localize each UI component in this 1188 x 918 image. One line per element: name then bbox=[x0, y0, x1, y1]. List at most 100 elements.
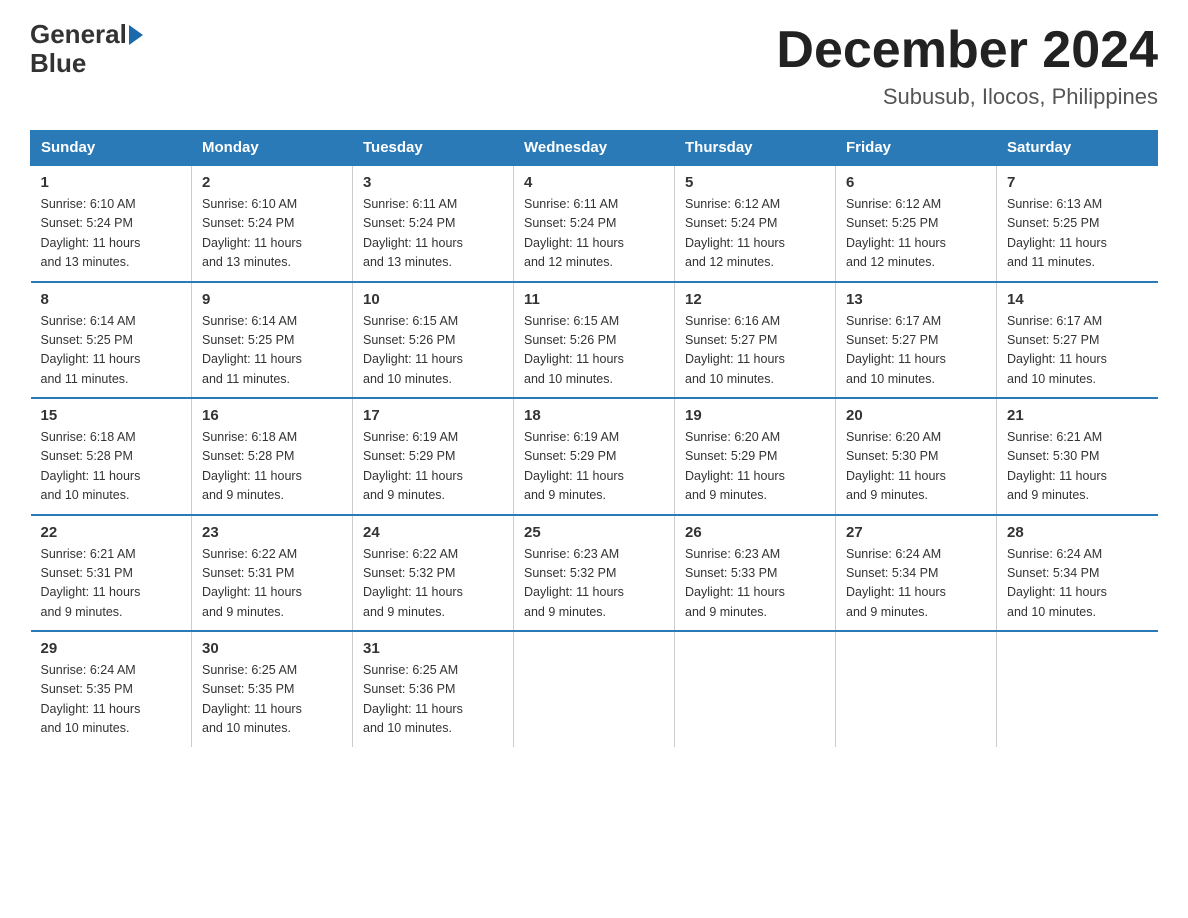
day-info: Sunrise: 6:11 AM Sunset: 5:24 PM Dayligh… bbox=[363, 195, 503, 273]
calendar-day-cell: 28 Sunrise: 6:24 AM Sunset: 5:34 PM Dayli… bbox=[997, 515, 1158, 632]
calendar-day-cell: 19 Sunrise: 6:20 AM Sunset: 5:29 PM Dayli… bbox=[675, 398, 836, 515]
calendar-day-cell: 18 Sunrise: 6:19 AM Sunset: 5:29 PM Dayli… bbox=[514, 398, 675, 515]
calendar-day-cell: 10Sunrise: 6:15 AM Sunset: 5:26 PM Dayli… bbox=[353, 282, 514, 399]
day-number: 29 bbox=[41, 640, 182, 657]
calendar-day-cell: 17Sunrise: 6:19 AM Sunset: 5:29 PM Dayli… bbox=[353, 398, 514, 515]
day-number: 15 bbox=[41, 407, 182, 424]
day-info: Sunrise: 6:18 AM Sunset: 5:28 PM Dayligh… bbox=[202, 428, 342, 506]
calendar-day-cell: 9 Sunrise: 6:14 AM Sunset: 5:25 PM Daylig… bbox=[192, 282, 353, 399]
logo-text-blue: Blue bbox=[30, 49, 143, 78]
day-info: Sunrise: 6:12 AM Sunset: 5:24 PM Dayligh… bbox=[685, 195, 825, 273]
day-number: 18 bbox=[524, 407, 664, 424]
day-of-week-header: Thursday bbox=[675, 131, 836, 166]
day-number: 23 bbox=[202, 524, 342, 541]
day-number: 16 bbox=[202, 407, 342, 424]
calendar-day-cell: 3Sunrise: 6:11 AM Sunset: 5:24 PM Daylig… bbox=[353, 165, 514, 282]
day-number: 22 bbox=[41, 524, 182, 541]
day-number: 19 bbox=[685, 407, 825, 424]
logo: General Blue bbox=[30, 20, 143, 77]
day-number: 1 bbox=[41, 174, 182, 191]
calendar-day-cell: 23 Sunrise: 6:22 AM Sunset: 5:31 PM Dayli… bbox=[192, 515, 353, 632]
day-info: Sunrise: 6:15 AM Sunset: 5:26 PM Dayligh… bbox=[363, 312, 503, 390]
day-info: Sunrise: 6:23 AM Sunset: 5:33 PM Dayligh… bbox=[685, 545, 825, 623]
calendar-week-row: 1 Sunrise: 6:10 AM Sunset: 5:24 PM Daylig… bbox=[31, 165, 1158, 282]
days-of-week-row: SundayMondayTuesdayWednesdayThursdayFrid… bbox=[31, 131, 1158, 166]
calendar-day-cell: 20 Sunrise: 6:20 AM Sunset: 5:30 PM Dayli… bbox=[836, 398, 997, 515]
calendar-day-cell: 24Sunrise: 6:22 AM Sunset: 5:32 PM Dayli… bbox=[353, 515, 514, 632]
day-of-week-header: Monday bbox=[192, 131, 353, 166]
day-of-week-header: Sunday bbox=[31, 131, 192, 166]
calendar-day-cell: 22 Sunrise: 6:21 AM Sunset: 5:31 PM Dayli… bbox=[31, 515, 192, 632]
day-number: 26 bbox=[685, 524, 825, 541]
day-number: 8 bbox=[41, 291, 182, 308]
calendar-week-row: 8 Sunrise: 6:14 AM Sunset: 5:25 PM Daylig… bbox=[31, 282, 1158, 399]
day-number: 25 bbox=[524, 524, 664, 541]
day-info: Sunrise: 6:13 AM Sunset: 5:25 PM Dayligh… bbox=[1007, 195, 1148, 273]
calendar-week-row: 15 Sunrise: 6:18 AM Sunset: 5:28 PM Dayli… bbox=[31, 398, 1158, 515]
day-number: 31 bbox=[363, 640, 503, 657]
calendar-day-cell bbox=[675, 631, 836, 747]
calendar-day-cell: 16 Sunrise: 6:18 AM Sunset: 5:28 PM Dayli… bbox=[192, 398, 353, 515]
calendar-day-cell bbox=[514, 631, 675, 747]
day-number: 11 bbox=[524, 291, 664, 308]
day-info: Sunrise: 6:21 AM Sunset: 5:30 PM Dayligh… bbox=[1007, 428, 1148, 506]
day-number: 24 bbox=[363, 524, 503, 541]
day-of-week-header: Tuesday bbox=[353, 131, 514, 166]
day-number: 21 bbox=[1007, 407, 1148, 424]
calendar-day-cell: 6 Sunrise: 6:12 AM Sunset: 5:25 PM Daylig… bbox=[836, 165, 997, 282]
calendar-day-cell: 14Sunrise: 6:17 AM Sunset: 5:27 PM Dayli… bbox=[997, 282, 1158, 399]
day-of-week-header: Friday bbox=[836, 131, 997, 166]
day-info: Sunrise: 6:14 AM Sunset: 5:25 PM Dayligh… bbox=[41, 312, 182, 390]
day-info: Sunrise: 6:24 AM Sunset: 5:34 PM Dayligh… bbox=[1007, 545, 1148, 623]
day-number: 9 bbox=[202, 291, 342, 308]
calendar-day-cell: 13 Sunrise: 6:17 AM Sunset: 5:27 PM Dayli… bbox=[836, 282, 997, 399]
calendar-day-cell: 30Sunrise: 6:25 AM Sunset: 5:35 PM Dayli… bbox=[192, 631, 353, 747]
day-number: 7 bbox=[1007, 174, 1148, 191]
calendar-table: SundayMondayTuesdayWednesdayThursdayFrid… bbox=[30, 130, 1158, 747]
day-number: 6 bbox=[846, 174, 986, 191]
day-info: Sunrise: 6:18 AM Sunset: 5:28 PM Dayligh… bbox=[41, 428, 182, 506]
day-info: Sunrise: 6:15 AM Sunset: 5:26 PM Dayligh… bbox=[524, 312, 664, 390]
day-info: Sunrise: 6:24 AM Sunset: 5:35 PM Dayligh… bbox=[41, 661, 182, 739]
calendar-day-cell: 2 Sunrise: 6:10 AM Sunset: 5:24 PM Daylig… bbox=[192, 165, 353, 282]
day-of-week-header: Saturday bbox=[997, 131, 1158, 166]
calendar-day-cell: 12 Sunrise: 6:16 AM Sunset: 5:27 PM Dayli… bbox=[675, 282, 836, 399]
calendar-day-cell: 11 Sunrise: 6:15 AM Sunset: 5:26 PM Dayli… bbox=[514, 282, 675, 399]
day-number: 13 bbox=[846, 291, 986, 308]
day-number: 14 bbox=[1007, 291, 1148, 308]
day-info: Sunrise: 6:16 AM Sunset: 5:27 PM Dayligh… bbox=[685, 312, 825, 390]
day-info: Sunrise: 6:17 AM Sunset: 5:27 PM Dayligh… bbox=[846, 312, 986, 390]
logo-text-general: General bbox=[30, 20, 127, 49]
day-info: Sunrise: 6:20 AM Sunset: 5:30 PM Dayligh… bbox=[846, 428, 986, 506]
day-info: Sunrise: 6:20 AM Sunset: 5:29 PM Dayligh… bbox=[685, 428, 825, 506]
calendar-day-cell: 1 Sunrise: 6:10 AM Sunset: 5:24 PM Daylig… bbox=[31, 165, 192, 282]
day-number: 2 bbox=[202, 174, 342, 191]
day-of-week-header: Wednesday bbox=[514, 131, 675, 166]
calendar-day-cell: 8 Sunrise: 6:14 AM Sunset: 5:25 PM Daylig… bbox=[31, 282, 192, 399]
day-info: Sunrise: 6:10 AM Sunset: 5:24 PM Dayligh… bbox=[41, 195, 182, 273]
title-block: December 2024 Subusub, Ilocos, Philippin… bbox=[776, 20, 1158, 110]
day-number: 12 bbox=[685, 291, 825, 308]
day-info: Sunrise: 6:22 AM Sunset: 5:31 PM Dayligh… bbox=[202, 545, 342, 623]
day-info: Sunrise: 6:23 AM Sunset: 5:32 PM Dayligh… bbox=[524, 545, 664, 623]
day-info: Sunrise: 6:19 AM Sunset: 5:29 PM Dayligh… bbox=[524, 428, 664, 506]
day-info: Sunrise: 6:11 AM Sunset: 5:24 PM Dayligh… bbox=[524, 195, 664, 273]
day-info: Sunrise: 6:19 AM Sunset: 5:29 PM Dayligh… bbox=[363, 428, 503, 506]
day-info: Sunrise: 6:14 AM Sunset: 5:25 PM Dayligh… bbox=[202, 312, 342, 390]
day-number: 27 bbox=[846, 524, 986, 541]
calendar-day-cell: 26 Sunrise: 6:23 AM Sunset: 5:33 PM Dayli… bbox=[675, 515, 836, 632]
day-info: Sunrise: 6:12 AM Sunset: 5:25 PM Dayligh… bbox=[846, 195, 986, 273]
day-number: 28 bbox=[1007, 524, 1148, 541]
day-info: Sunrise: 6:21 AM Sunset: 5:31 PM Dayligh… bbox=[41, 545, 182, 623]
location-subtitle: Subusub, Ilocos, Philippines bbox=[776, 84, 1158, 110]
calendar-week-row: 29 Sunrise: 6:24 AM Sunset: 5:35 PM Dayli… bbox=[31, 631, 1158, 747]
calendar-day-cell bbox=[997, 631, 1158, 747]
calendar-week-row: 22 Sunrise: 6:21 AM Sunset: 5:31 PM Dayli… bbox=[31, 515, 1158, 632]
day-number: 20 bbox=[846, 407, 986, 424]
calendar-day-cell: 5Sunrise: 6:12 AM Sunset: 5:24 PM Daylig… bbox=[675, 165, 836, 282]
calendar-day-cell: 27Sunrise: 6:24 AM Sunset: 5:34 PM Dayli… bbox=[836, 515, 997, 632]
day-info: Sunrise: 6:10 AM Sunset: 5:24 PM Dayligh… bbox=[202, 195, 342, 273]
day-info: Sunrise: 6:25 AM Sunset: 5:36 PM Dayligh… bbox=[363, 661, 503, 739]
day-number: 30 bbox=[202, 640, 342, 657]
logo-arrow-icon bbox=[129, 25, 143, 45]
